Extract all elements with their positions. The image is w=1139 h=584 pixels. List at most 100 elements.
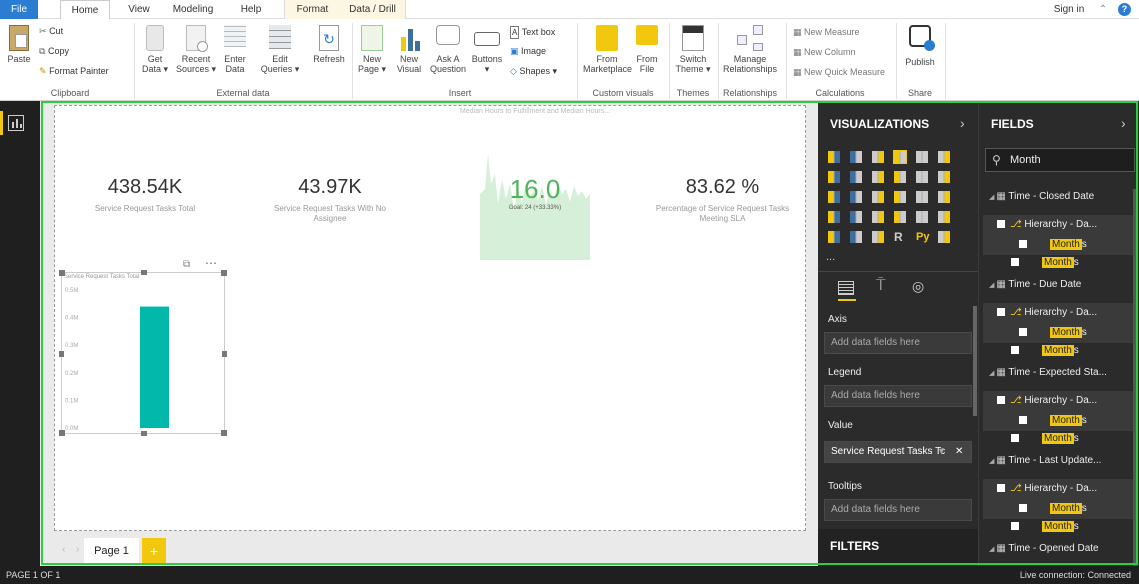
- field-month[interactable]: Month s: [983, 499, 1133, 519]
- field-month[interactable]: Month s: [983, 341, 1133, 361]
- manage-relationships-button[interactable]: Manage Relationships: [720, 25, 780, 74]
- new-visual-button[interactable]: New Visual: [392, 25, 426, 74]
- checkbox[interactable]: [1011, 258, 1019, 267]
- resize-handle[interactable]: [141, 270, 147, 275]
- tab-format[interactable]: Format: [284, 0, 340, 19]
- axis-drop-zone[interactable]: Add data fields here: [824, 332, 972, 354]
- publish-button[interactable]: Publish: [900, 25, 940, 67]
- field-month[interactable]: Month s: [983, 253, 1133, 273]
- new-quick-measure-button[interactable]: ▦ New Quick Measure: [793, 67, 885, 78]
- column-bar[interactable]: [140, 306, 169, 428]
- field-hierarchy[interactable]: ⎇ Hierarchy - Da...: [983, 215, 1133, 235]
- waterfall-visual-icon[interactable]: [828, 191, 840, 203]
- field-hierarchy[interactable]: ⎇ Hierarchy - Da...: [983, 303, 1133, 323]
- get-data-button[interactable]: Get Data ▾: [138, 25, 172, 74]
- kpi-card-sla[interactable]: 83.62 % Percentage of Service Request Ta…: [655, 176, 790, 224]
- tooltips-drop-zone[interactable]: Add data fields here: [824, 499, 972, 521]
- fields-tab-icon[interactable]: [838, 281, 854, 295]
- buttons-button[interactable]: Buttons ▾: [468, 25, 506, 74]
- donut-visual-icon[interactable]: [894, 191, 906, 203]
- kpi-card-total[interactable]: 438.54K Service Request Tasks Total: [85, 176, 205, 214]
- report-view-icon[interactable]: [8, 115, 24, 131]
- new-page-button[interactable]: New Page ▾: [355, 25, 389, 74]
- ribbon-visual-icon[interactable]: [938, 171, 950, 183]
- checkbox[interactable]: [1019, 240, 1027, 249]
- checkbox[interactable]: [1019, 328, 1027, 337]
- field-hierarchy[interactable]: ⎇ Hierarchy - Da...: [983, 479, 1133, 499]
- field-month[interactable]: Month s: [983, 323, 1133, 343]
- field-search-input[interactable]: ⚲ Month: [985, 148, 1135, 172]
- stacked-column-visual-icon[interactable]: [850, 151, 862, 163]
- analytics-magnifier-icon[interactable]: ◎: [912, 278, 924, 295]
- cut-button[interactable]: ✂ Cut: [39, 26, 63, 37]
- format-painter-button[interactable]: ✎ Format Painter: [39, 66, 109, 77]
- line-column-visual-icon[interactable]: [894, 171, 906, 183]
- copy-button[interactable]: ⧉ Copy: [39, 46, 69, 57]
- paste-button[interactable]: Paste: [4, 25, 34, 64]
- stacked-area-visual-icon[interactable]: [872, 171, 884, 183]
- line-clustered-visual-icon[interactable]: [916, 171, 928, 183]
- edit-queries-button[interactable]: Edit Queries ▾: [260, 25, 300, 74]
- tab-file[interactable]: File: [0, 0, 38, 19]
- globe-visual-icon[interactable]: [938, 231, 950, 243]
- more-visuals-icon[interactable]: ...: [826, 251, 835, 263]
- tab-help[interactable]: Help: [238, 0, 264, 19]
- scatter-visual-icon[interactable]: [850, 191, 862, 203]
- field-month[interactable]: Month s: [983, 429, 1133, 449]
- prev-page-icon[interactable]: ‹: [62, 544, 65, 555]
- checkbox[interactable]: [1011, 346, 1019, 355]
- gauge-visual-icon[interactable]: [872, 211, 884, 223]
- python-visual-visual-icon[interactable]: Py: [916, 231, 929, 243]
- kpi-card-no-assignee[interactable]: 43.97K Service Request Tasks With No Ass…: [260, 176, 400, 224]
- collapse-fields-icon[interactable]: ›: [1121, 115, 1126, 131]
- area-visual-icon[interactable]: [850, 171, 862, 183]
- checkbox[interactable]: [997, 396, 1005, 405]
- image-button[interactable]: ▣ Image: [510, 46, 546, 57]
- resize-handle[interactable]: [221, 270, 227, 276]
- field-month[interactable]: Month s: [983, 517, 1133, 537]
- field-table[interactable]: ◢ ▦ Time - Opened Date: [983, 539, 1133, 559]
- close-icon[interactable]: ✕: [955, 442, 963, 462]
- tab-home[interactable]: Home: [60, 0, 110, 20]
- clustered-bar-visual-icon[interactable]: [872, 151, 884, 163]
- refresh-button[interactable]: ↻ Refresh: [310, 25, 348, 64]
- new-column-button[interactable]: ▦ New Column: [793, 47, 856, 58]
- field-month[interactable]: Month s: [983, 235, 1133, 255]
- table-visual-icon[interactable]: [850, 231, 862, 243]
- clustered-column-visual-icon[interactable]: [893, 150, 907, 164]
- resize-handle[interactable]: [59, 351, 64, 357]
- more-options-icon[interactable]: ⋯: [205, 256, 217, 270]
- tab-modeling[interactable]: Modeling: [168, 0, 218, 19]
- line-visual-icon[interactable]: [828, 171, 840, 183]
- column-chart-visual[interactable]: Service Request Tasks Total 0.5M 0.4M 0.3M…: [59, 270, 227, 436]
- checkbox[interactable]: [997, 220, 1005, 229]
- checkbox[interactable]: [997, 484, 1005, 493]
- text-box-button[interactable]: A Text box: [510, 26, 555, 39]
- page-tab-1[interactable]: Page 1: [84, 538, 139, 565]
- chevron-down-icon[interactable]: ▾: [939, 442, 944, 462]
- kpi-trend-visual[interactable]: Median Hours to Fulfillment and Median H…: [435, 106, 635, 266]
- checkbox[interactable]: [1019, 504, 1027, 513]
- treemap-visual-icon[interactable]: [916, 191, 928, 203]
- ask-question-button[interactable]: Ask A Question: [428, 25, 468, 74]
- field-month[interactable]: Month s: [983, 411, 1133, 431]
- report-canvas[interactable]: 438.54K Service Request Tasks Total 43.9…: [54, 105, 806, 531]
- switch-theme-button[interactable]: Switch Theme ▾: [673, 25, 713, 74]
- kpi-visual-icon[interactable]: [938, 211, 950, 223]
- next-page-icon[interactable]: ›: [76, 544, 79, 555]
- focus-mode-icon[interactable]: ⧉: [183, 259, 190, 270]
- tab-view[interactable]: View: [125, 0, 153, 19]
- filled-map-visual-icon[interactable]: [828, 211, 840, 223]
- sign-in-link[interactable]: Sign in: [1048, 0, 1090, 19]
- format-paint-roller-icon[interactable]: ⍑: [876, 277, 886, 295]
- slicer-visual-icon[interactable]: [828, 231, 840, 243]
- enter-data-button[interactable]: Enter Data: [220, 25, 250, 74]
- stacked-bar-visual-icon[interactable]: [828, 151, 840, 163]
- value-field-chip[interactable]: Service Request Tasks Tc ▾ ✕: [824, 441, 972, 463]
- field-table[interactable]: ◢ ▦ Time - Last Update...: [983, 451, 1133, 471]
- card-visual-icon[interactable]: [894, 211, 906, 223]
- r-visual-visual-icon[interactable]: R: [894, 231, 906, 243]
- resize-handle[interactable]: [222, 351, 227, 357]
- field-table[interactable]: ◢ ▦ Time - Expected Sta...: [983, 363, 1133, 383]
- scrollbar[interactable]: [973, 306, 977, 416]
